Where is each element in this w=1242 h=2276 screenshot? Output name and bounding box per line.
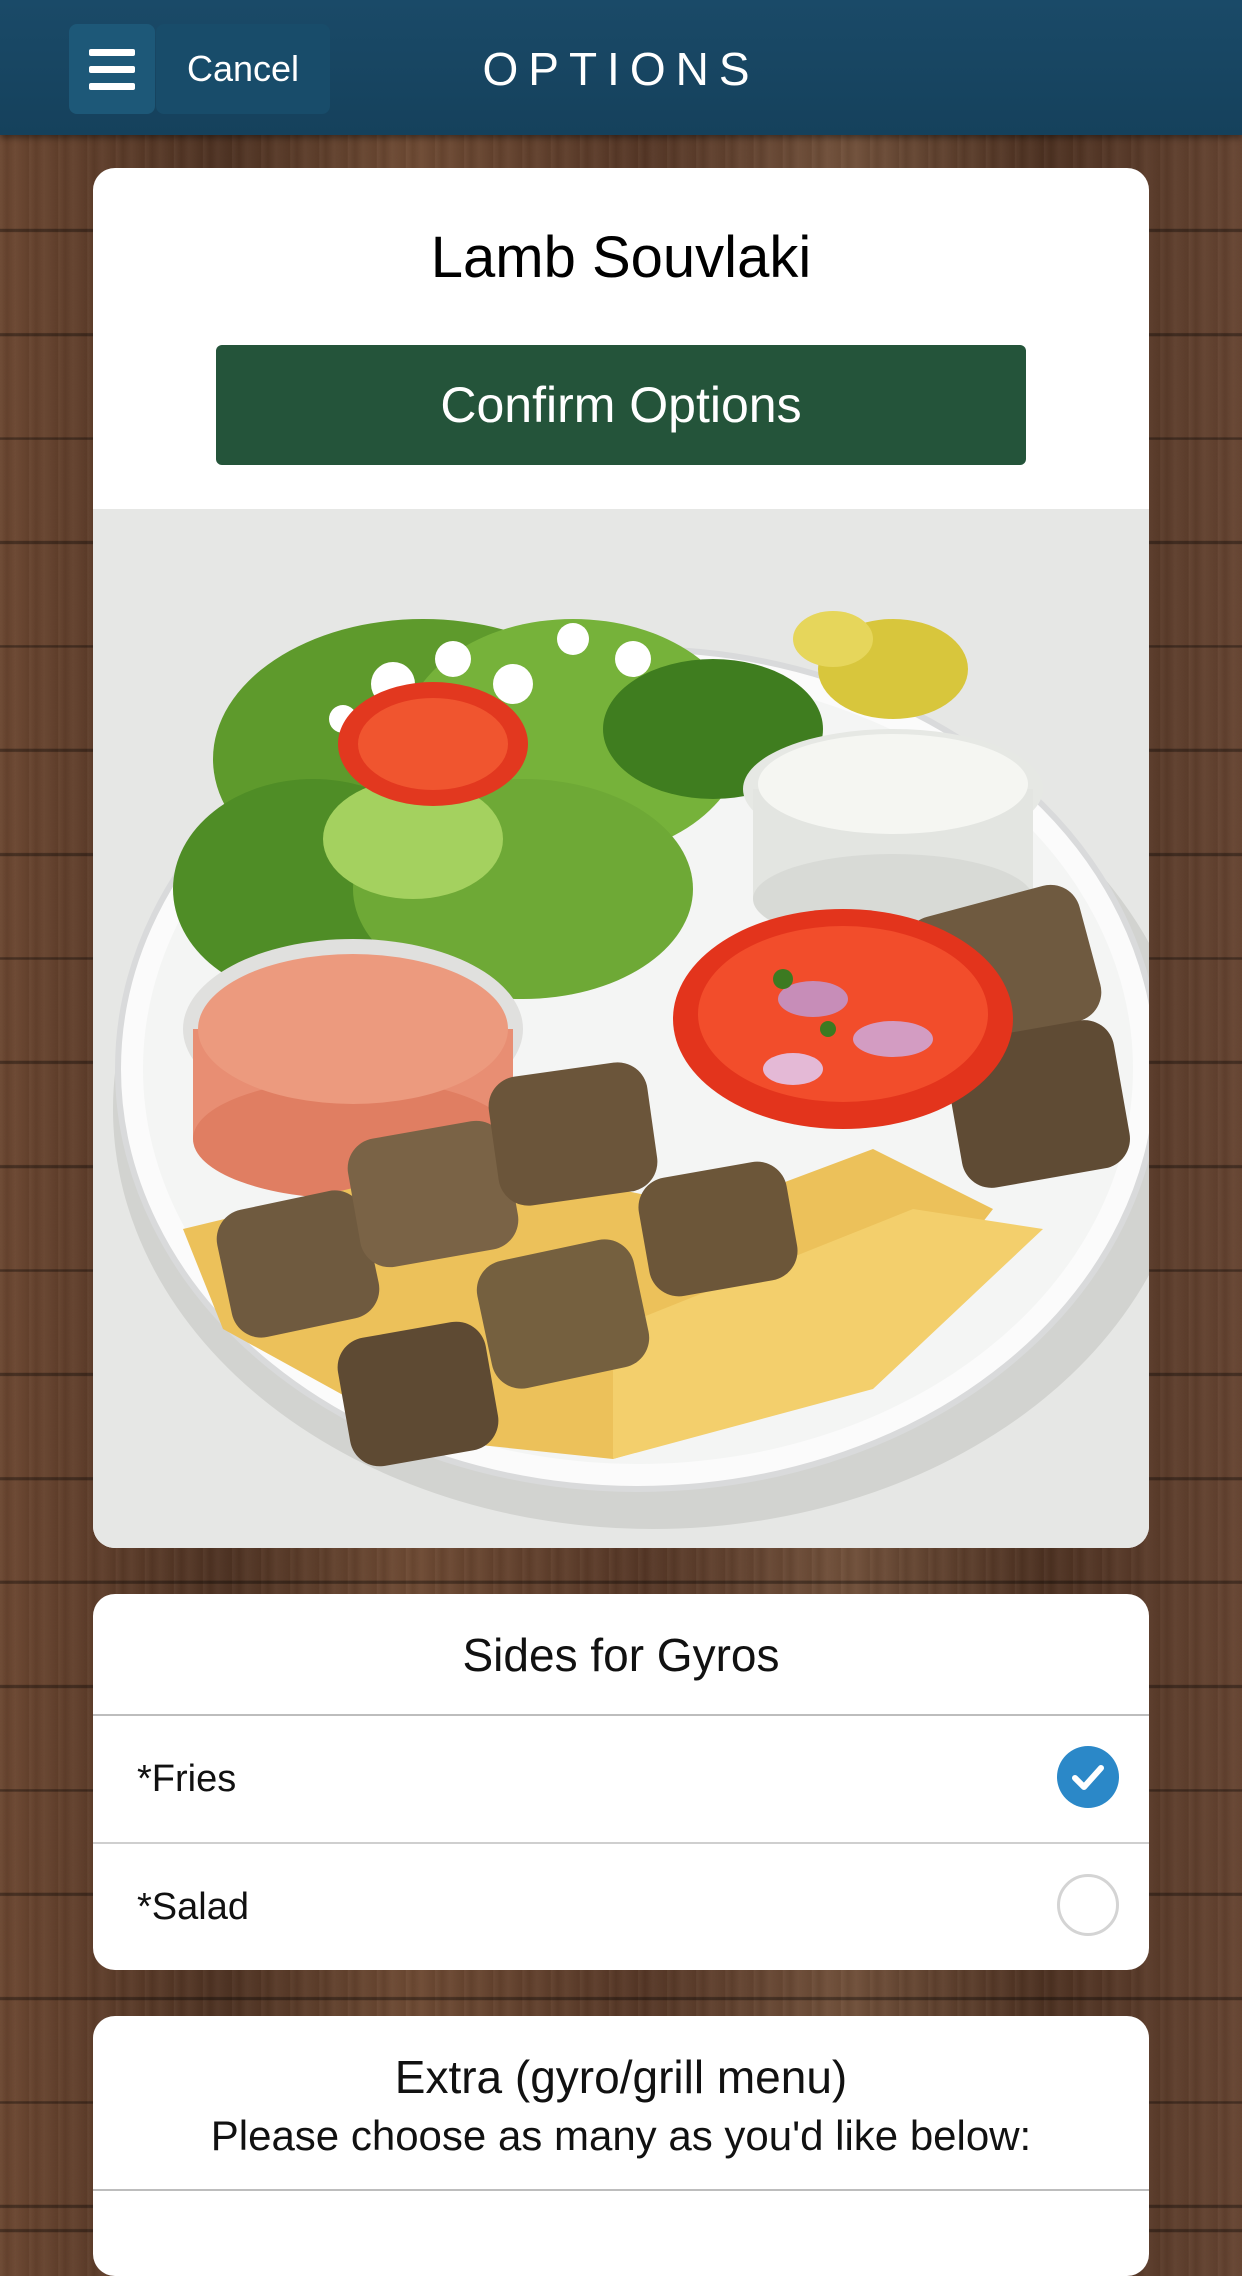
hamburger-menu-icon[interactable]	[69, 24, 155, 114]
confirm-options-button[interactable]: Confirm Options	[216, 345, 1026, 465]
side-option-salad[interactable]: *Salad	[93, 1844, 1149, 1970]
side-option-fries[interactable]: *Fries	[93, 1716, 1149, 1844]
item-card: Lamb Souvlaki Confirm Options	[93, 168, 1149, 1548]
food-photo	[93, 509, 1149, 1548]
divider	[93, 2189, 1149, 2191]
extra-section-title: Extra (gyro/grill menu)	[394, 2051, 848, 2103]
cancel-button[interactable]: Cancel	[156, 24, 330, 114]
radio-unselected-icon[interactable]	[1057, 1874, 1119, 1936]
side-option-label: *Salad	[137, 1886, 249, 1928]
item-name: Lamb Souvlaki	[430, 225, 812, 290]
menu-bar-line	[89, 82, 135, 90]
sides-card: Sides for Gyros *Fries *Salad	[93, 1594, 1149, 1970]
checkmark-selected-icon[interactable]	[1057, 1746, 1119, 1808]
extra-card: Extra (gyro/grill menu) Please choose as…	[93, 2016, 1149, 2276]
food-photo-illustration	[93, 509, 1149, 1548]
sides-section-title: Sides for Gyros	[93, 1594, 1149, 1716]
side-option-label: *Fries	[137, 1758, 237, 1800]
extra-section-subtitle: Please choose as many as you'd like belo…	[210, 2112, 1032, 2159]
menu-bar-line	[89, 65, 135, 73]
menu-bar-line	[89, 48, 135, 56]
top-bar: Cancel OPTIONS	[0, 0, 1242, 135]
